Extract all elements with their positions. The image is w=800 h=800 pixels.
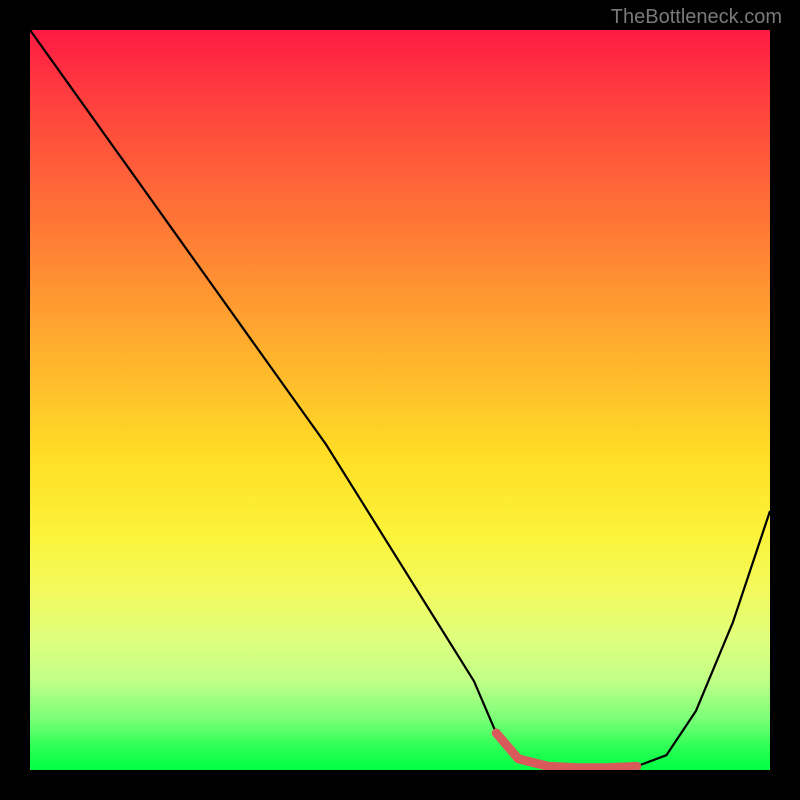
watermark-label: TheBottleneck.com bbox=[611, 6, 782, 29]
plot-area bbox=[30, 30, 770, 770]
highlight-segment bbox=[496, 733, 637, 768]
bottleneck-curve bbox=[30, 30, 770, 768]
chart-svg bbox=[30, 30, 770, 770]
